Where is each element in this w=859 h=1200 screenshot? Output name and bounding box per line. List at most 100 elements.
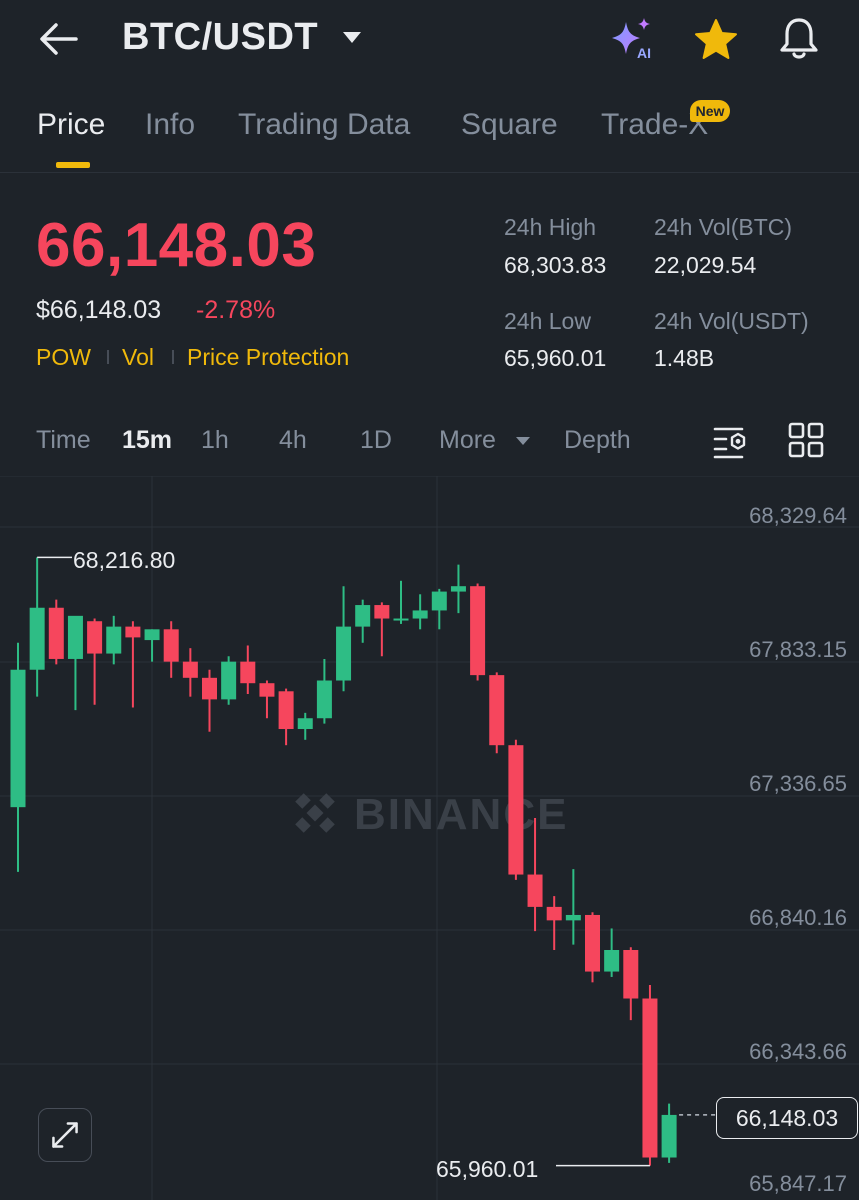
candle-body (106, 626, 122, 654)
candle-body (374, 605, 390, 619)
candle-body (202, 677, 217, 700)
candle-body (163, 629, 179, 662)
tag-divider (172, 350, 174, 364)
chart-settings-icon[interactable] (712, 422, 750, 460)
candle-body (585, 914, 600, 972)
tab-price[interactable]: Price (37, 108, 105, 142)
candle (585, 912, 600, 983)
low-marker-label: 65,960.01 (436, 1156, 539, 1182)
back-icon[interactable] (38, 20, 80, 58)
candle (297, 712, 313, 740)
price-axis-label: 68,329.64 (749, 503, 847, 528)
high-marker-label: 68,216.80 (73, 547, 176, 573)
candle-body (642, 998, 658, 1158)
bell-icon[interactable] (776, 14, 822, 62)
candle (431, 588, 447, 630)
candle (508, 739, 524, 880)
candle-body (259, 683, 275, 697)
candle-body (623, 950, 639, 999)
candle-body (87, 621, 103, 654)
timeframe-time[interactable]: Time (36, 426, 91, 455)
candle-body (125, 626, 141, 638)
candle-body (489, 675, 505, 746)
timeframe-more[interactable]: More (439, 426, 496, 455)
candle (125, 621, 141, 708)
binance-watermark: BINANCE (295, 790, 568, 839)
price-axis: 68,329.64 67,833.15 67,336.65 66,840.16 66,3… (749, 503, 847, 1196)
top-bar: BTC/USDT AI (0, 0, 859, 80)
tabs-divider (0, 172, 859, 173)
price-axis-label: 66,840.16 (749, 905, 847, 930)
stat-high-value: 68,303.83 (504, 252, 607, 278)
svg-text:AI: AI (637, 45, 651, 60)
candle (67, 615, 83, 711)
timeframe-1d[interactable]: 1D (360, 426, 392, 455)
timeframe-4h[interactable]: 4h (279, 426, 307, 455)
pair-title[interactable]: BTC/USDT (122, 16, 318, 59)
candle-body (450, 586, 466, 592)
expand-icon (52, 1122, 78, 1148)
candle-body (546, 906, 562, 921)
candle (182, 648, 198, 697)
candle (546, 896, 562, 951)
candlestick-chart[interactable]: BINANCE 68,329.64 67,833.15 67,336.65 66,84… (0, 476, 859, 1200)
stat-vol-usdt-label: 24h Vol(USDT) (654, 308, 809, 334)
price-axis-label: 67,336.65 (749, 771, 847, 796)
svg-text:BINANCE: BINANCE (354, 790, 568, 839)
candle-body (10, 669, 26, 808)
candle (278, 688, 294, 746)
candle (623, 947, 639, 1021)
price-axis-label: 67,833.15 (749, 637, 847, 662)
star-icon[interactable] (694, 18, 738, 60)
candle (393, 580, 409, 624)
caret-down-icon[interactable] (342, 30, 362, 44)
tag-pow[interactable]: POW (36, 344, 91, 371)
fullscreen-button[interactable] (38, 1108, 92, 1162)
layout-grid-icon[interactable] (788, 422, 824, 458)
fiat-price: $66,148.03 (36, 296, 162, 324)
candle-body (240, 661, 256, 684)
candle-body (336, 626, 352, 681)
timeframe-1h[interactable]: 1h (201, 426, 229, 455)
candle-body (67, 615, 83, 659)
candle (221, 656, 237, 705)
candle (470, 583, 486, 681)
candle (106, 615, 122, 665)
candle (374, 602, 390, 657)
candle-body (508, 745, 524, 875)
candle-body (431, 591, 447, 611)
candle (10, 642, 26, 872)
candle-body (412, 610, 428, 619)
candle-body (470, 586, 486, 676)
candle (565, 869, 581, 945)
candle (661, 1103, 677, 1163)
candle-body (221, 661, 237, 700)
tag-divider (107, 350, 109, 364)
new-badge: New (690, 100, 730, 122)
tab-trading-data[interactable]: Trading Data (238, 108, 410, 142)
stat-vol-btc-label: 24h Vol(BTC) (654, 214, 793, 240)
candle-body (29, 607, 45, 670)
current-price-label: 66,148.03 (716, 1097, 858, 1139)
stat-low-value: 65,960.01 (504, 345, 607, 371)
tag-price-protection[interactable]: Price Protection (187, 344, 349, 371)
timeframe-depth[interactable]: Depth (564, 426, 631, 455)
candle-body (565, 914, 581, 921)
tab-square[interactable]: Square (461, 108, 558, 142)
stat-high-label: 24h High (504, 214, 597, 240)
candle-body (527, 874, 543, 907)
tag-vol[interactable]: Vol (122, 344, 154, 371)
price-change-percent: -2.78% (196, 296, 276, 324)
chart-markers (37, 556, 716, 1167)
tab-info[interactable]: Info (145, 108, 195, 142)
active-tab-indicator (56, 162, 90, 168)
candle (259, 680, 275, 719)
candle-body (278, 691, 294, 730)
candle-body (144, 629, 160, 641)
timeframe-15m[interactable]: 15m (122, 426, 172, 455)
caret-down-icon[interactable] (515, 436, 531, 446)
candle (163, 621, 179, 678)
candle (450, 564, 466, 614)
candle-body (182, 661, 198, 678)
ai-sparkle-icon[interactable]: AI (608, 16, 658, 60)
